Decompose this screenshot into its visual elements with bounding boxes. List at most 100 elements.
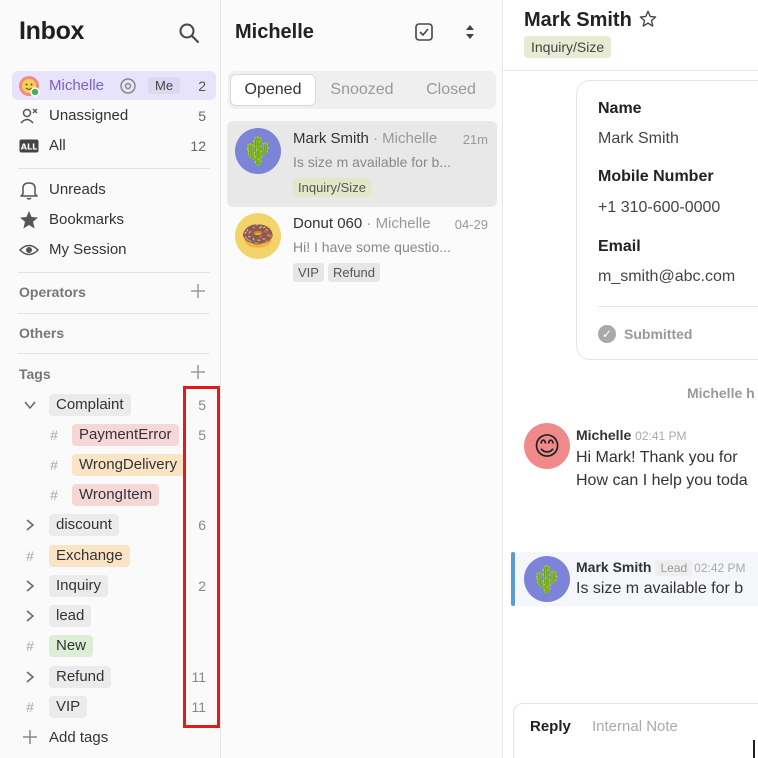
divider xyxy=(598,306,758,307)
conversation-tag: Refund xyxy=(328,263,380,282)
add-operator-plus-icon[interactable] xyxy=(190,283,206,299)
tag-chip: lead xyxy=(49,605,92,627)
tab-closed[interactable]: Closed xyxy=(408,74,494,106)
hash-icon: # xyxy=(50,487,58,503)
chevron-right-icon[interactable] xyxy=(23,670,37,684)
all-icon: ALL xyxy=(18,135,40,157)
sidebar-item-bookmarks[interactable]: Bookmarks xyxy=(12,205,216,234)
conversation-operator: · Michelle xyxy=(368,130,438,147)
checkbox-select-icon[interactable] xyxy=(415,23,433,41)
divider xyxy=(18,353,210,354)
conversation-operator: · Michelle xyxy=(362,215,431,232)
message-text: Is size m available for b xyxy=(576,580,744,597)
divider xyxy=(18,272,210,273)
field-label: Mobile Number xyxy=(598,168,714,185)
highlight-box xyxy=(183,386,220,728)
sidebar-item-michelle[interactable]: Michelle Me 2 xyxy=(12,71,216,100)
others-heading[interactable]: Others xyxy=(19,325,64,341)
tag-chip: Complaint xyxy=(49,394,131,416)
conversation-tag: Inquiry/Size xyxy=(293,178,371,197)
tab-reply[interactable]: Reply xyxy=(530,718,571,735)
contact-tag[interactable]: Inquiry/Size xyxy=(524,36,612,58)
sidebar-item-all[interactable]: ALL All 12 xyxy=(12,131,216,160)
smiley-avatar-icon: 😊 xyxy=(524,423,570,469)
chevron-right-icon[interactable] xyxy=(23,609,37,623)
conversation-item[interactable]: 🌵 Mark Smith · Michelle 21m Is size m av… xyxy=(227,121,497,207)
window-edge xyxy=(753,740,755,758)
check-circle-icon: ✓ xyxy=(598,325,616,343)
sidebar-item-count: 12 xyxy=(190,137,206,154)
sidebar-item-count: 5 xyxy=(198,107,206,124)
message-author: Michelle 02:41 PM xyxy=(576,427,687,443)
sidebar-item-label: Michelle xyxy=(49,77,105,94)
user-avatar-icon xyxy=(18,75,40,97)
sidebar-item-count: 2 xyxy=(198,77,206,94)
conversation-time: 04-29 xyxy=(454,217,488,232)
field-value: +1 310-600-0000 xyxy=(598,199,721,216)
conversation-tag: VIP xyxy=(293,263,324,282)
plus-icon xyxy=(23,730,37,744)
tab-internal-note[interactable]: Internal Note xyxy=(592,718,678,735)
chevron-down-icon[interactable] xyxy=(23,398,37,412)
svg-text:ALL: ALL xyxy=(21,142,37,151)
conversation-time: 21m xyxy=(462,132,488,147)
tag-chip: VIP xyxy=(49,696,88,718)
conversation-name: Donut 060 · Michelle xyxy=(293,215,431,232)
sidebar-item-my-session[interactable]: My Session xyxy=(12,235,216,264)
tag-chip: discount xyxy=(49,514,119,536)
star-icon xyxy=(18,209,40,231)
tags-heading[interactable]: Tags xyxy=(19,366,51,382)
unassigned-user-icon xyxy=(18,105,40,127)
sidebar-item-unassigned[interactable]: Unassigned 5 xyxy=(12,101,216,130)
operators-heading[interactable]: Operators xyxy=(19,284,86,300)
conversation-item[interactable]: 🍩 Donut 060 · Michelle 04-29 Hi! I have … xyxy=(227,206,497,292)
conversation-name: Mark Smith · Michelle xyxy=(293,130,438,147)
conversation-preview: Hi! I have some questio... xyxy=(293,239,451,255)
divider xyxy=(18,168,210,169)
donut-avatar-icon: 🍩 xyxy=(235,213,281,259)
eye-icon xyxy=(18,239,40,261)
contact-name: Mark Smith xyxy=(524,9,632,31)
bell-icon xyxy=(18,179,40,201)
tab-opened[interactable]: Opened xyxy=(230,74,316,106)
sort-icon[interactable] xyxy=(463,23,477,41)
sidebar-item-label: All xyxy=(49,137,66,154)
search-icon[interactable] xyxy=(178,22,200,44)
chevron-right-icon[interactable] xyxy=(23,579,37,593)
add-tag-plus-icon[interactable] xyxy=(190,364,206,380)
sidebar-item-label: Unreads xyxy=(49,181,106,198)
divider xyxy=(18,313,210,314)
tab-snoozed[interactable]: Snoozed xyxy=(318,74,406,106)
conversation-detail-panel: Mark Smith Inquiry/Size Name Mark Smith … xyxy=(503,0,758,758)
me-badge: Me xyxy=(148,77,181,94)
tag-chip: WrongDelivery xyxy=(72,454,185,476)
cactus-avatar-icon: 🌵 xyxy=(235,128,281,174)
contact-form-card: Name Mark Smith Mobile Number +1 310-600… xyxy=(576,80,758,360)
hash-icon: # xyxy=(26,638,34,654)
sidebar-item-label: My Session xyxy=(49,241,127,258)
tag-chip: WrongItem xyxy=(72,484,160,506)
conversation-preview: Is size m available for b... xyxy=(293,154,451,170)
hash-icon: # xyxy=(50,427,58,443)
conversation-list-panel: Michelle Opened Snoozed Closed 🌵 Mark Sm… xyxy=(221,0,503,758)
chevron-right-icon[interactable] xyxy=(23,518,37,532)
tag-chip: New xyxy=(49,635,94,657)
switch-user-icon[interactable] xyxy=(119,77,137,95)
field-value: m_smith@abc.com xyxy=(598,268,736,285)
field-value: Mark Smith xyxy=(598,130,679,147)
hash-icon: # xyxy=(26,699,34,715)
tag-chip: Inquiry xyxy=(49,575,109,597)
inbox-title: Inbox xyxy=(19,17,85,45)
field-label: Email xyxy=(598,238,641,255)
sidebar-item-label: Unassigned xyxy=(49,107,129,124)
lead-badge: Lead xyxy=(655,560,693,576)
message: 😊 Michelle 02:41 PM Hi Mark! Thank you f… xyxy=(511,420,758,500)
star-outline-icon[interactable] xyxy=(639,10,657,28)
tag-chip: PaymentError xyxy=(72,424,179,446)
submitted-status: ✓ Submitted xyxy=(598,325,692,343)
submitted-label: Submitted xyxy=(624,326,693,342)
reply-composer[interactable]: Reply Internal Note xyxy=(513,703,758,758)
sidebar-item-unreads[interactable]: Unreads xyxy=(12,175,216,204)
message-author: Mark Smith Lead 02:42 PM xyxy=(576,559,746,576)
message-time: 02:42 PM xyxy=(694,561,746,575)
